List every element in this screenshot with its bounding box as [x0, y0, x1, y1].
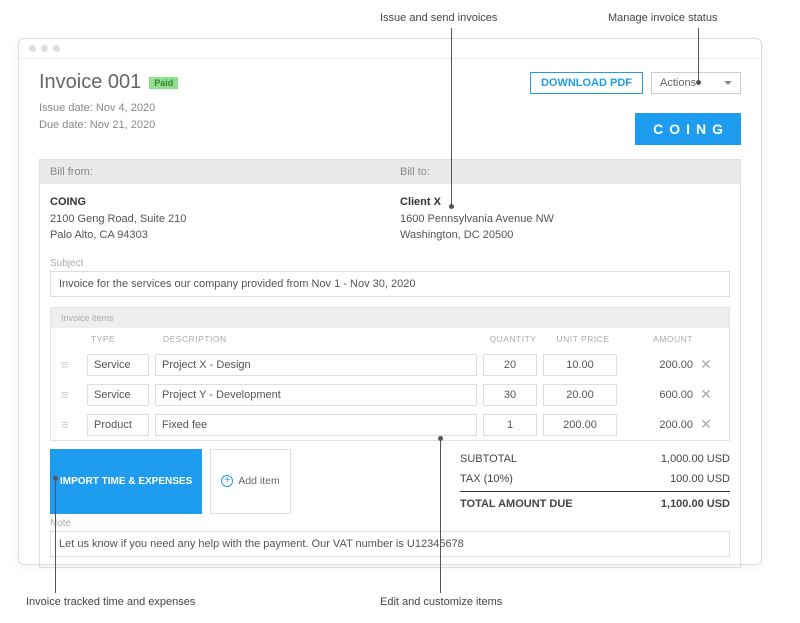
add-item-button[interactable]: + Add item	[210, 449, 290, 514]
bill-to-name: Client X	[400, 196, 441, 208]
items-header: Invoice items	[51, 308, 729, 328]
callout-dot	[438, 436, 443, 441]
item-quantity-input[interactable]: 20	[483, 354, 537, 376]
bill-to-block: Client X 1600 Pennsylvania Avenue NW Was…	[400, 194, 730, 244]
delete-item-button[interactable]: ✕	[693, 416, 719, 433]
note-label: Note	[40, 514, 740, 531]
bill-from-addr1: 2100 Geng Road, Suite 210	[50, 213, 186, 225]
import-time-expenses-button[interactable]: IMPORT TIME & EXPENSES	[50, 449, 202, 514]
app-window: Invoice 001 Paid DOWNLOAD PDF Actions Is…	[18, 38, 762, 565]
col-type: TYPE	[87, 334, 155, 344]
add-item-label: Add item	[238, 475, 279, 487]
invoice-panel: Bill from: Bill to: COING 2100 Geng Road…	[39, 159, 741, 568]
total-due-label: TOTAL AMOUNT DUE	[460, 498, 573, 510]
window-dot	[29, 45, 36, 52]
bill-from-label: Bill from:	[40, 160, 390, 184]
bill-from-addr2: Palo Alto, CA 94303	[50, 229, 148, 241]
callout-line	[451, 28, 452, 206]
item-type-input[interactable]: Service	[87, 354, 149, 376]
bill-to-addr2: Washington, DC 20500	[400, 229, 513, 241]
subtotal-value: 1,000.00 USD	[661, 453, 730, 465]
item-amount: 200.00	[623, 359, 693, 371]
totals-block: SUBTOTAL 1,000.00 USD TAX (10%) 100.00 U…	[460, 449, 730, 514]
items-panel: Invoice items TYPE DESCRIPTION QUANTITY …	[50, 307, 730, 441]
items-column-header: TYPE DESCRIPTION QUANTITY UNIT PRICE AMO…	[51, 328, 729, 350]
callout-dot	[696, 80, 701, 85]
col-amount: AMOUNT	[623, 334, 693, 344]
subject-input[interactable]: Invoice for the services our company pro…	[50, 271, 730, 297]
callout-dot	[53, 476, 58, 481]
item-type-input[interactable]: Product	[87, 414, 149, 436]
subtotal-label: SUBTOTAL	[460, 453, 517, 465]
tax-value: 100.00 USD	[670, 473, 730, 485]
window-titlebar	[19, 39, 761, 59]
bill-from-block: COING 2100 Geng Road, Suite 210 Palo Alt…	[50, 194, 380, 244]
tax-label: TAX (10%)	[460, 473, 513, 485]
callout-dot	[449, 204, 454, 209]
window-dot	[41, 45, 48, 52]
item-type-input[interactable]: Service	[87, 384, 149, 406]
col-unit-price: UNIT PRICE	[543, 334, 623, 344]
bill-to-label: Bill to:	[390, 160, 740, 184]
item-description-input[interactable]: Project X - Design	[155, 354, 477, 376]
annotation-invoice-tracked: Invoice tracked time and expenses	[26, 596, 195, 608]
item-description-input[interactable]: Fixed fee	[155, 414, 477, 436]
chevron-down-icon	[724, 81, 732, 85]
plus-circle-icon: +	[221, 475, 233, 487]
callout-line	[55, 478, 56, 593]
invoice-title: Invoice 001	[39, 71, 141, 94]
company-logo: COING	[635, 113, 741, 145]
item-quantity-input[interactable]: 30	[483, 384, 537, 406]
item-unit-price-input[interactable]: 10.00	[543, 354, 617, 376]
delete-item-button[interactable]: ✕	[693, 356, 719, 373]
note-input[interactable]: Let us know if you need any help with th…	[50, 531, 730, 557]
invoice-item-row: ≡ Product Fixed fee 1 200.00 200.00 ✕	[51, 410, 729, 440]
annotation-issue-send: Issue and send invoices	[380, 12, 497, 24]
bill-from-name: COING	[50, 196, 86, 208]
subject-label: Subject	[40, 254, 740, 271]
window-dot	[53, 45, 60, 52]
callout-line	[440, 438, 441, 593]
bill-to-addr1: 1600 Pennsylvania Avenue NW	[400, 213, 554, 225]
invoice-item-row: ≡ Service Project X - Design 20 10.00 20…	[51, 350, 729, 380]
col-description: DESCRIPTION	[155, 334, 483, 344]
drag-handle-icon[interactable]: ≡	[61, 417, 87, 432]
callout-line	[698, 28, 699, 81]
actions-label: Actions	[660, 77, 696, 89]
drag-handle-icon[interactable]: ≡	[61, 357, 87, 372]
annotation-edit-items: Edit and customize items	[380, 596, 502, 608]
total-due-value: 1,100.00 USD	[661, 498, 730, 510]
item-unit-price-input[interactable]: 20.00	[543, 384, 617, 406]
item-amount: 200.00	[623, 419, 693, 431]
item-amount: 600.00	[623, 389, 693, 401]
item-unit-price-input[interactable]: 200.00	[543, 414, 617, 436]
col-quantity: QUANTITY	[483, 334, 543, 344]
annotation-manage-status: Manage invoice status	[608, 12, 717, 24]
item-description-input[interactable]: Project Y - Development	[155, 384, 477, 406]
status-badge: Paid	[149, 77, 178, 89]
item-quantity-input[interactable]: 1	[483, 414, 537, 436]
invoice-item-row: ≡ Service Project Y - Development 30 20.…	[51, 380, 729, 410]
download-pdf-button[interactable]: DOWNLOAD PDF	[530, 72, 643, 94]
drag-handle-icon[interactable]: ≡	[61, 387, 87, 402]
delete-item-button[interactable]: ✕	[693, 386, 719, 403]
